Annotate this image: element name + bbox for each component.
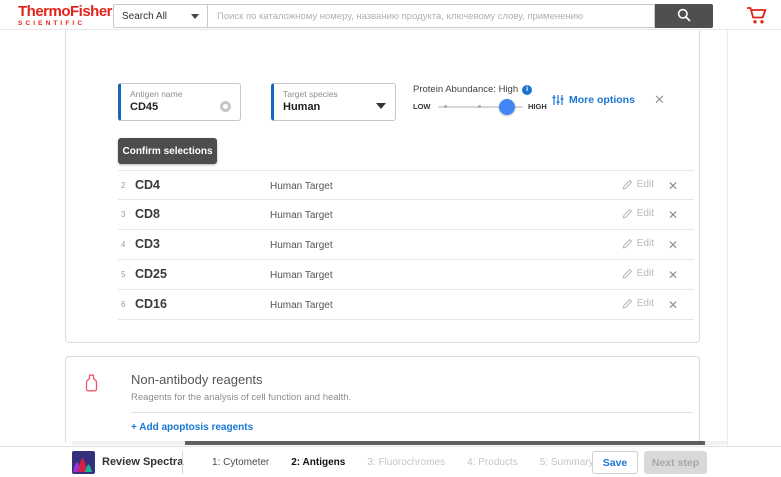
search-category-dropdown[interactable]: Search All xyxy=(113,4,208,28)
edit-button[interactable]: Edit xyxy=(622,179,654,190)
slider-high-label: HIGH xyxy=(528,102,547,111)
more-options-label: More options xyxy=(569,94,635,106)
row-index: 5 xyxy=(121,270,125,279)
row-antigen-name: CD16 xyxy=(135,297,167,311)
row-antigen-name: CD25 xyxy=(135,267,167,281)
abundance-slider-handle[interactable] xyxy=(499,99,515,115)
remove-row-icon[interactable] xyxy=(668,179,678,193)
antigen-row: 3 CD8 Human Target Edit xyxy=(118,200,694,230)
target-species-label: Target species xyxy=(283,89,387,99)
sliders-icon xyxy=(552,94,564,106)
antigen-rows: 2 CD4 Human Target Edit 3 CD8 Human Targ… xyxy=(118,170,694,320)
row-antigen-name: CD8 xyxy=(135,207,160,221)
antigen-row: 5 CD25 Human Target Edit xyxy=(118,260,694,290)
protein-abundance-label: Protein Abundance: High xyxy=(413,84,532,95)
pencil-icon xyxy=(622,179,633,190)
row-index: 6 xyxy=(121,300,125,309)
cart-icon[interactable] xyxy=(746,6,768,25)
non-antibody-subtitle: Reagents for the analysis of cell functi… xyxy=(131,392,351,403)
remove-row-icon[interactable] xyxy=(668,238,678,252)
step-cytometer[interactable]: 1: Cytometer xyxy=(212,457,269,468)
edit-button[interactable]: Edit xyxy=(622,238,654,249)
pencil-icon xyxy=(622,208,633,219)
thermofisher-logo[interactable]: ThermoFisher SCIENTIFIC xyxy=(18,4,112,28)
edit-label: Edit xyxy=(637,179,654,190)
horizontal-scrollbar-thumb[interactable] xyxy=(185,441,705,445)
page: ThermoFisher SCIENTIFIC Search All '' We… xyxy=(0,0,781,477)
row-index: 3 xyxy=(121,210,125,219)
remove-row-icon[interactable] xyxy=(668,268,678,282)
row-index: 2 xyxy=(121,181,125,190)
search-button[interactable] xyxy=(655,4,713,28)
content-right-border xyxy=(727,30,728,477)
target-species-select[interactable]: Target species Human xyxy=(271,83,396,121)
review-spectra-label: Review Spectra xyxy=(102,456,183,468)
step-products: 4: Products xyxy=(467,457,518,468)
info-icon[interactable] xyxy=(522,85,532,95)
top-header: ThermoFisher SCIENTIFIC Search All xyxy=(0,0,781,30)
row-target-species: Human Target xyxy=(270,270,333,281)
logo-subtitle: SCIENTIFIC xyxy=(18,21,112,28)
step-antigens[interactable]: 2: Antigens xyxy=(291,457,345,468)
row-antigen-name: CD3 xyxy=(135,237,160,251)
divider xyxy=(131,412,693,413)
edit-button[interactable]: Edit xyxy=(622,298,654,309)
antigen-name-label: Antigen name xyxy=(130,89,232,99)
slider-tick xyxy=(444,105,447,108)
logo-wordmark: ThermoFisher xyxy=(18,4,112,19)
edit-label: Edit xyxy=(637,268,654,279)
step-fluorochromes: 3: Fluorochromes xyxy=(367,457,445,468)
pencil-icon xyxy=(622,268,633,279)
edit-label: Edit xyxy=(637,238,654,249)
antigen-name-field[interactable]: Antigen name CD45 xyxy=(118,83,241,121)
row-target-species: Human Target xyxy=(270,181,333,192)
row-target-species: Human Target xyxy=(270,210,333,221)
chevron-down-icon xyxy=(376,103,386,109)
row-target-species: Human Target xyxy=(270,300,333,311)
antigen-row: 4 CD3 Human Target Edit xyxy=(118,230,694,260)
slider-tick xyxy=(478,105,481,108)
search-icon xyxy=(677,8,691,25)
chevron-down-icon xyxy=(191,14,199,19)
status-dot-icon xyxy=(220,101,231,112)
row-antigen-name: CD4 xyxy=(135,178,160,192)
antigen-selection-card: Antigen name CD45 Target species Human P… xyxy=(65,30,700,343)
antigen-name-value: CD45 xyxy=(130,101,232,113)
row-index: 4 xyxy=(121,240,125,249)
add-apoptosis-reagents-link[interactable]: + Add apoptosis reagents xyxy=(131,422,253,433)
slider-low-label: LOW xyxy=(413,102,431,111)
wizard-footer: Review Spectra 1: Cytometer 2: Antigens … xyxy=(0,446,781,477)
edit-label: Edit xyxy=(637,208,654,219)
non-antibody-title: Non-antibody reagents xyxy=(131,372,263,387)
remove-row-icon[interactable] xyxy=(668,208,678,222)
search-category-value: Search All xyxy=(122,11,167,22)
wizard-steps: 1: Cytometer 2: Antigens 3: Fluorochrome… xyxy=(212,457,594,468)
save-button[interactable]: Save xyxy=(592,451,638,474)
non-antibody-reagents-card: Non-antibody reagents Reagents for the a… xyxy=(65,356,700,443)
close-form-icon[interactable] xyxy=(654,92,665,108)
edit-button[interactable]: Edit xyxy=(622,208,654,219)
pencil-icon xyxy=(622,238,633,249)
edit-button[interactable]: Edit xyxy=(622,268,654,279)
more-options-link[interactable]: More options xyxy=(552,94,635,106)
reagent-bottle-icon xyxy=(85,374,98,397)
target-species-value: Human xyxy=(283,101,387,113)
protein-abundance-text: Protein Abundance: High xyxy=(413,84,518,95)
divider xyxy=(182,451,183,474)
antigen-row: 2 CD4 Human Target Edit xyxy=(118,170,694,200)
antigen-row: 6 CD16 Human Target Edit xyxy=(118,290,694,320)
pencil-icon xyxy=(622,298,633,309)
next-step-button[interactable]: Next step xyxy=(644,451,707,474)
row-target-species: Human Target xyxy=(270,240,333,251)
confirm-selections-button[interactable]: Confirm selections xyxy=(118,138,217,164)
search-input[interactable] xyxy=(208,4,655,28)
edit-label: Edit xyxy=(637,298,654,309)
remove-row-icon[interactable] xyxy=(668,298,678,312)
review-spectra-icon[interactable] xyxy=(72,451,95,474)
step-summary: 5: Summary xyxy=(540,457,594,468)
